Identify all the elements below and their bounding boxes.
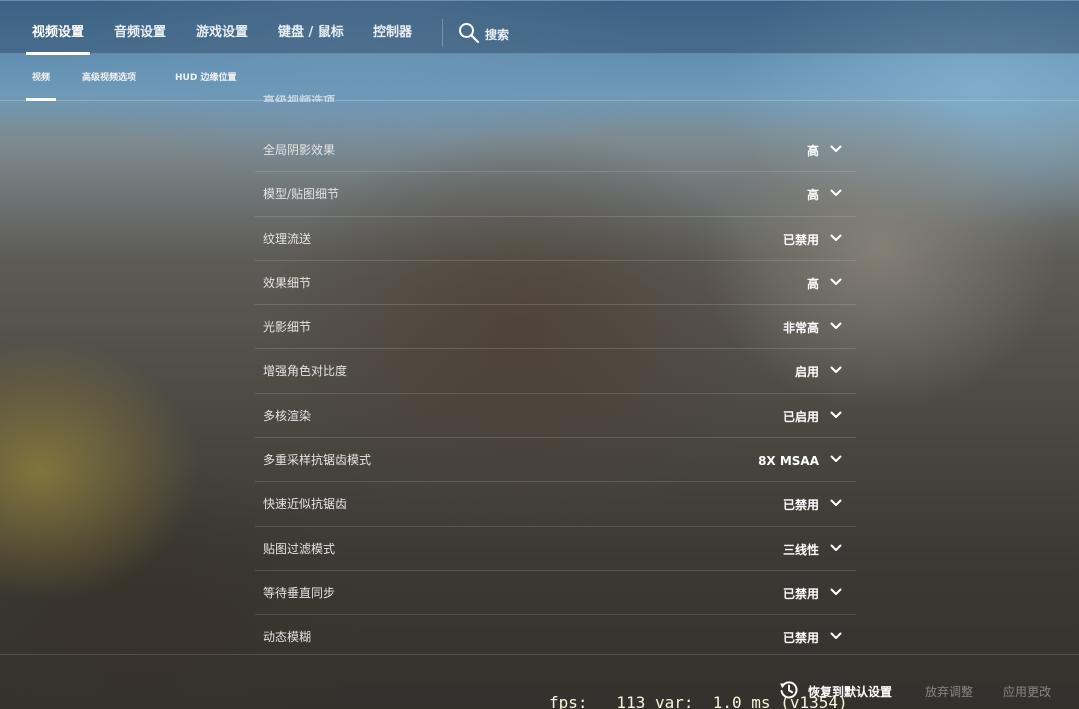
topbar-divider [442,19,443,47]
tab-game-settings[interactable]: 游戏设置 [196,1,248,55]
chevron-down-icon[interactable] [830,320,842,332]
footer-divider [0,654,1079,655]
tab-label: 视频设置 [32,25,85,40]
chevron-down-icon[interactable] [830,497,842,509]
setting-label: 多核渲染 [263,408,312,423]
apply-changes-button[interactable]: 应用更改 [1003,683,1051,700]
fps-overlay: fps: 113 var: 1.0 ms (v1354) [549,693,848,709]
setting-label: 全局阴影效果 [263,143,336,157]
subtab-label: 视频 [32,73,51,83]
setting-label: 动态模糊 [263,630,312,645]
search-label: 搜索 [485,27,510,42]
setting-row[interactable]: 等待垂直同步 已禁用 [255,571,856,617]
setting-value-dropdown[interactable]: 启用 [795,349,819,395]
setting-row[interactable]: 效果细节 高 [255,261,856,307]
setting-row[interactable]: 光影细节 非常高 [255,305,856,351]
chevron-down-icon[interactable] [830,409,842,421]
discard-changes-button[interactable]: 放弃调整 [925,683,973,700]
chevron-down-icon[interactable] [830,187,842,199]
setting-row[interactable]: 动态模糊 已禁用 [255,615,856,659]
tab-label: 音频设置 [114,25,167,40]
setting-label: 等待垂直同步 [263,585,336,600]
chevron-down-icon[interactable] [830,542,842,554]
setting-label: 贴图过滤模式 [263,541,336,556]
setting-label: 光影细节 [263,320,312,335]
setting-row[interactable]: 多重采样抗锯齿模式 8X MSAA [255,438,856,484]
setting-value-dropdown[interactable]: 已禁用 [783,482,819,528]
tab-label: 游戏设置 [196,25,249,40]
setting-value-dropdown[interactable]: 已启用 [783,394,819,440]
setting-value-dropdown[interactable]: 高 [807,261,819,307]
setting-value-dropdown[interactable]: 三线性 [783,527,819,573]
active-subtab-indicator [26,98,57,101]
setting-value-dropdown[interactable]: 已禁用 [783,217,819,263]
tab-audio-settings[interactable]: 音频设置 [114,1,166,55]
setting-value-dropdown[interactable]: 高 [807,128,819,174]
search-icon [458,22,480,47]
setting-row[interactable]: 快速近似抗锯齿 已禁用 [255,482,856,528]
tab-video-settings[interactable]: 视频设置 [26,1,91,55]
setting-label: 效果细节 [263,275,312,290]
tab-label: 键盘 / 鼠标 [278,25,344,40]
setting-label: 纹理流送 [263,231,312,246]
setting-row[interactable]: 多核渲染 已启用 [255,394,856,440]
subtab-label: HUD 边缘位置 [175,73,237,83]
subtab-video[interactable]: 视频 [26,55,57,101]
chevron-down-icon[interactable] [830,453,842,465]
chevron-down-icon[interactable] [830,364,842,376]
chevron-down-icon[interactable] [830,630,842,642]
setting-row[interactable]: 贴图过滤模式 三线性 [255,527,856,571]
chevron-down-icon[interactable] [830,276,842,288]
chevron-down-icon[interactable] [830,586,842,598]
setting-label: 增强角色对比度 [263,364,348,379]
setting-value-dropdown[interactable]: 高 [807,172,819,218]
tab-keyboard-mouse[interactable]: 键盘 / 鼠标 [278,1,344,55]
setting-value-dropdown[interactable]: 已禁用 [783,571,819,617]
tab-label: 控制器 [373,25,413,40]
setting-label: 快速近似抗锯齿 [263,497,348,512]
search-button[interactable]: 搜索 [458,21,509,47]
chevron-down-icon[interactable] [830,143,842,155]
settings-list: 全局阴影效果高模型/贴图细节高纹理流送 已禁用 效果细节高光影细节 非常高 增强角色对比… [255,128,856,660]
setting-row[interactable]: 模型/贴图细节 高 [255,172,856,218]
setting-value-dropdown[interactable]: 非常高 [783,305,819,351]
setting-row[interactable]: 增强角色对比度 启用 [255,349,856,395]
setting-label: 模型/贴图细节 [263,187,340,202]
subtab-advanced-video[interactable]: 高级视频选项 [82,55,136,101]
setting-row[interactable]: 纹理流送 已禁用 [255,217,856,261]
section-heading: 高级视频选项 [263,94,336,102]
subtab-label: 高级视频选项 [82,73,137,83]
top-navigation-bar: 视频设置 音频设置 游戏设置 键盘 / 鼠标 控制器 搜索 [0,0,1079,55]
tab-controller[interactable]: 控制器 [373,1,412,55]
chevron-down-icon[interactable] [830,232,842,244]
setting-value-dropdown[interactable]: 8X MSAA [758,438,819,484]
setting-label: 多重采样抗锯齿模式 [263,453,372,468]
subtab-hud-edge-position[interactable]: HUD 边缘位置 [175,55,236,101]
setting-row[interactable]: 全局阴影效果 高 [255,128,856,174]
sub-navigation-bar: 视频 高级视频选项 HUD 边缘位置 [0,55,1079,101]
